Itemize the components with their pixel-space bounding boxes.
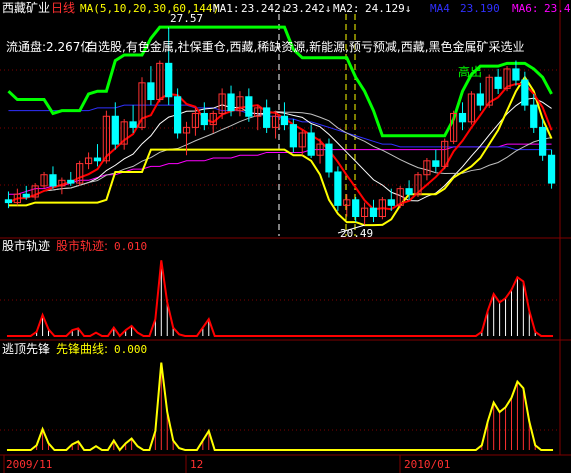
x-label-1: 2009/11 xyxy=(6,458,52,471)
x-axis: 2009/11 12 2010/01 xyxy=(3,455,450,473)
chart-window: 西藏矿业 日线 MA(5,10,20,30,60,144) MA1: 23.24… xyxy=(0,0,571,473)
candle-body-16 xyxy=(147,82,155,101)
pioneer-line-value: 0.000 xyxy=(114,343,147,356)
candle-body-10 xyxy=(93,157,102,162)
candle-body-55 xyxy=(494,76,502,89)
ma6-value: 23.4 xyxy=(544,2,571,15)
candle-body-7 xyxy=(67,179,75,184)
chart-canvas: 西藏矿业 日线 MA(5,10,20,30,60,144) MA1: 23.24… xyxy=(0,0,571,473)
candle-body-22 xyxy=(200,112,208,126)
float-shares-label: 流通盘:2.267亿 xyxy=(6,39,92,54)
track-line-label: 股市轨迹: xyxy=(56,238,108,253)
ma2-value: 24.129↓ xyxy=(365,2,411,15)
track-indicator-panel[interactable] xyxy=(6,260,554,338)
ma4-value: 23.190 xyxy=(460,2,500,15)
track-indicator-title: 股市轨迹 xyxy=(2,238,50,253)
candle-body-36 xyxy=(325,143,333,173)
track-curve xyxy=(6,260,554,338)
period-label: 日线 xyxy=(51,1,75,15)
header-bar: 西藏矿业 日线 MA(5,10,20,30,60,144) MA1: 23.24… xyxy=(2,1,571,15)
ma1-label: MA1: xyxy=(213,2,240,15)
candle-body-18 xyxy=(165,62,173,98)
candle-body-41 xyxy=(369,207,378,218)
x-label-2: 12 xyxy=(190,458,203,471)
ma4-label: MA4 xyxy=(430,2,450,15)
candle-body-27 xyxy=(245,96,253,117)
candle-body-12 xyxy=(111,115,119,145)
candle-body-2 xyxy=(22,193,30,198)
candle-body-19 xyxy=(173,96,182,134)
exit-signal-label: 高出 xyxy=(458,64,482,79)
panel-frames xyxy=(0,0,571,456)
pioneer-curve xyxy=(6,362,554,452)
candle-body-29 xyxy=(263,107,271,128)
candle-body-0 xyxy=(4,199,13,204)
candle-body-5 xyxy=(49,174,57,187)
ma2-label: MA2: xyxy=(333,2,360,15)
candle-body-57 xyxy=(512,68,520,81)
top-escape-panel[interactable] xyxy=(6,362,554,452)
candle-body-39 xyxy=(352,199,360,218)
candle-body-31 xyxy=(280,115,289,126)
low-price-marker: 20.49 xyxy=(340,227,373,240)
track-line-value: 0.010 xyxy=(114,240,147,253)
top-escape-title: 逃顶先锋 xyxy=(2,342,50,356)
track-indicator-header: 股市轨迹 股市轨迹: 0.010 xyxy=(2,238,147,253)
price-panel[interactable] xyxy=(4,25,556,234)
candle-body-60 xyxy=(539,126,547,156)
candle-body-25 xyxy=(227,93,235,112)
ma1-value: 23.242↓ xyxy=(241,2,287,15)
candle-body-37 xyxy=(334,171,342,206)
x-label-3: 2010/01 xyxy=(404,458,450,471)
candle-body-61 xyxy=(547,154,556,184)
candle-body-59 xyxy=(530,104,538,128)
ma1-value-2: 23.242↓ xyxy=(285,2,331,15)
candle-body-58 xyxy=(521,79,529,106)
ma144-line xyxy=(8,143,552,195)
candle-body-32 xyxy=(289,124,297,148)
candle-body-51 xyxy=(458,112,467,123)
ma6-label: MA6: xyxy=(512,2,539,15)
top-escape-header: 逃顶先锋 先锋曲线: 0.000 xyxy=(2,342,147,356)
stock-name: 西藏矿业 xyxy=(2,1,50,15)
candle-body-14 xyxy=(129,121,137,128)
concept-tags: 自选股,有色金属,社保重仓,西藏,稀缺资源,新能源,预亏预减,西藏,黑色金属矿采… xyxy=(86,39,525,54)
candle-body-48 xyxy=(432,160,440,167)
candle-body-53 xyxy=(476,93,484,106)
high-price-marker: 27.57 xyxy=(170,12,203,25)
channel-lower-line xyxy=(8,75,553,227)
candle-body-43 xyxy=(387,199,395,206)
candle-body-34 xyxy=(307,132,315,156)
pioneer-line-label: 先锋曲线: xyxy=(56,342,108,356)
candle-body-45 xyxy=(405,188,413,195)
